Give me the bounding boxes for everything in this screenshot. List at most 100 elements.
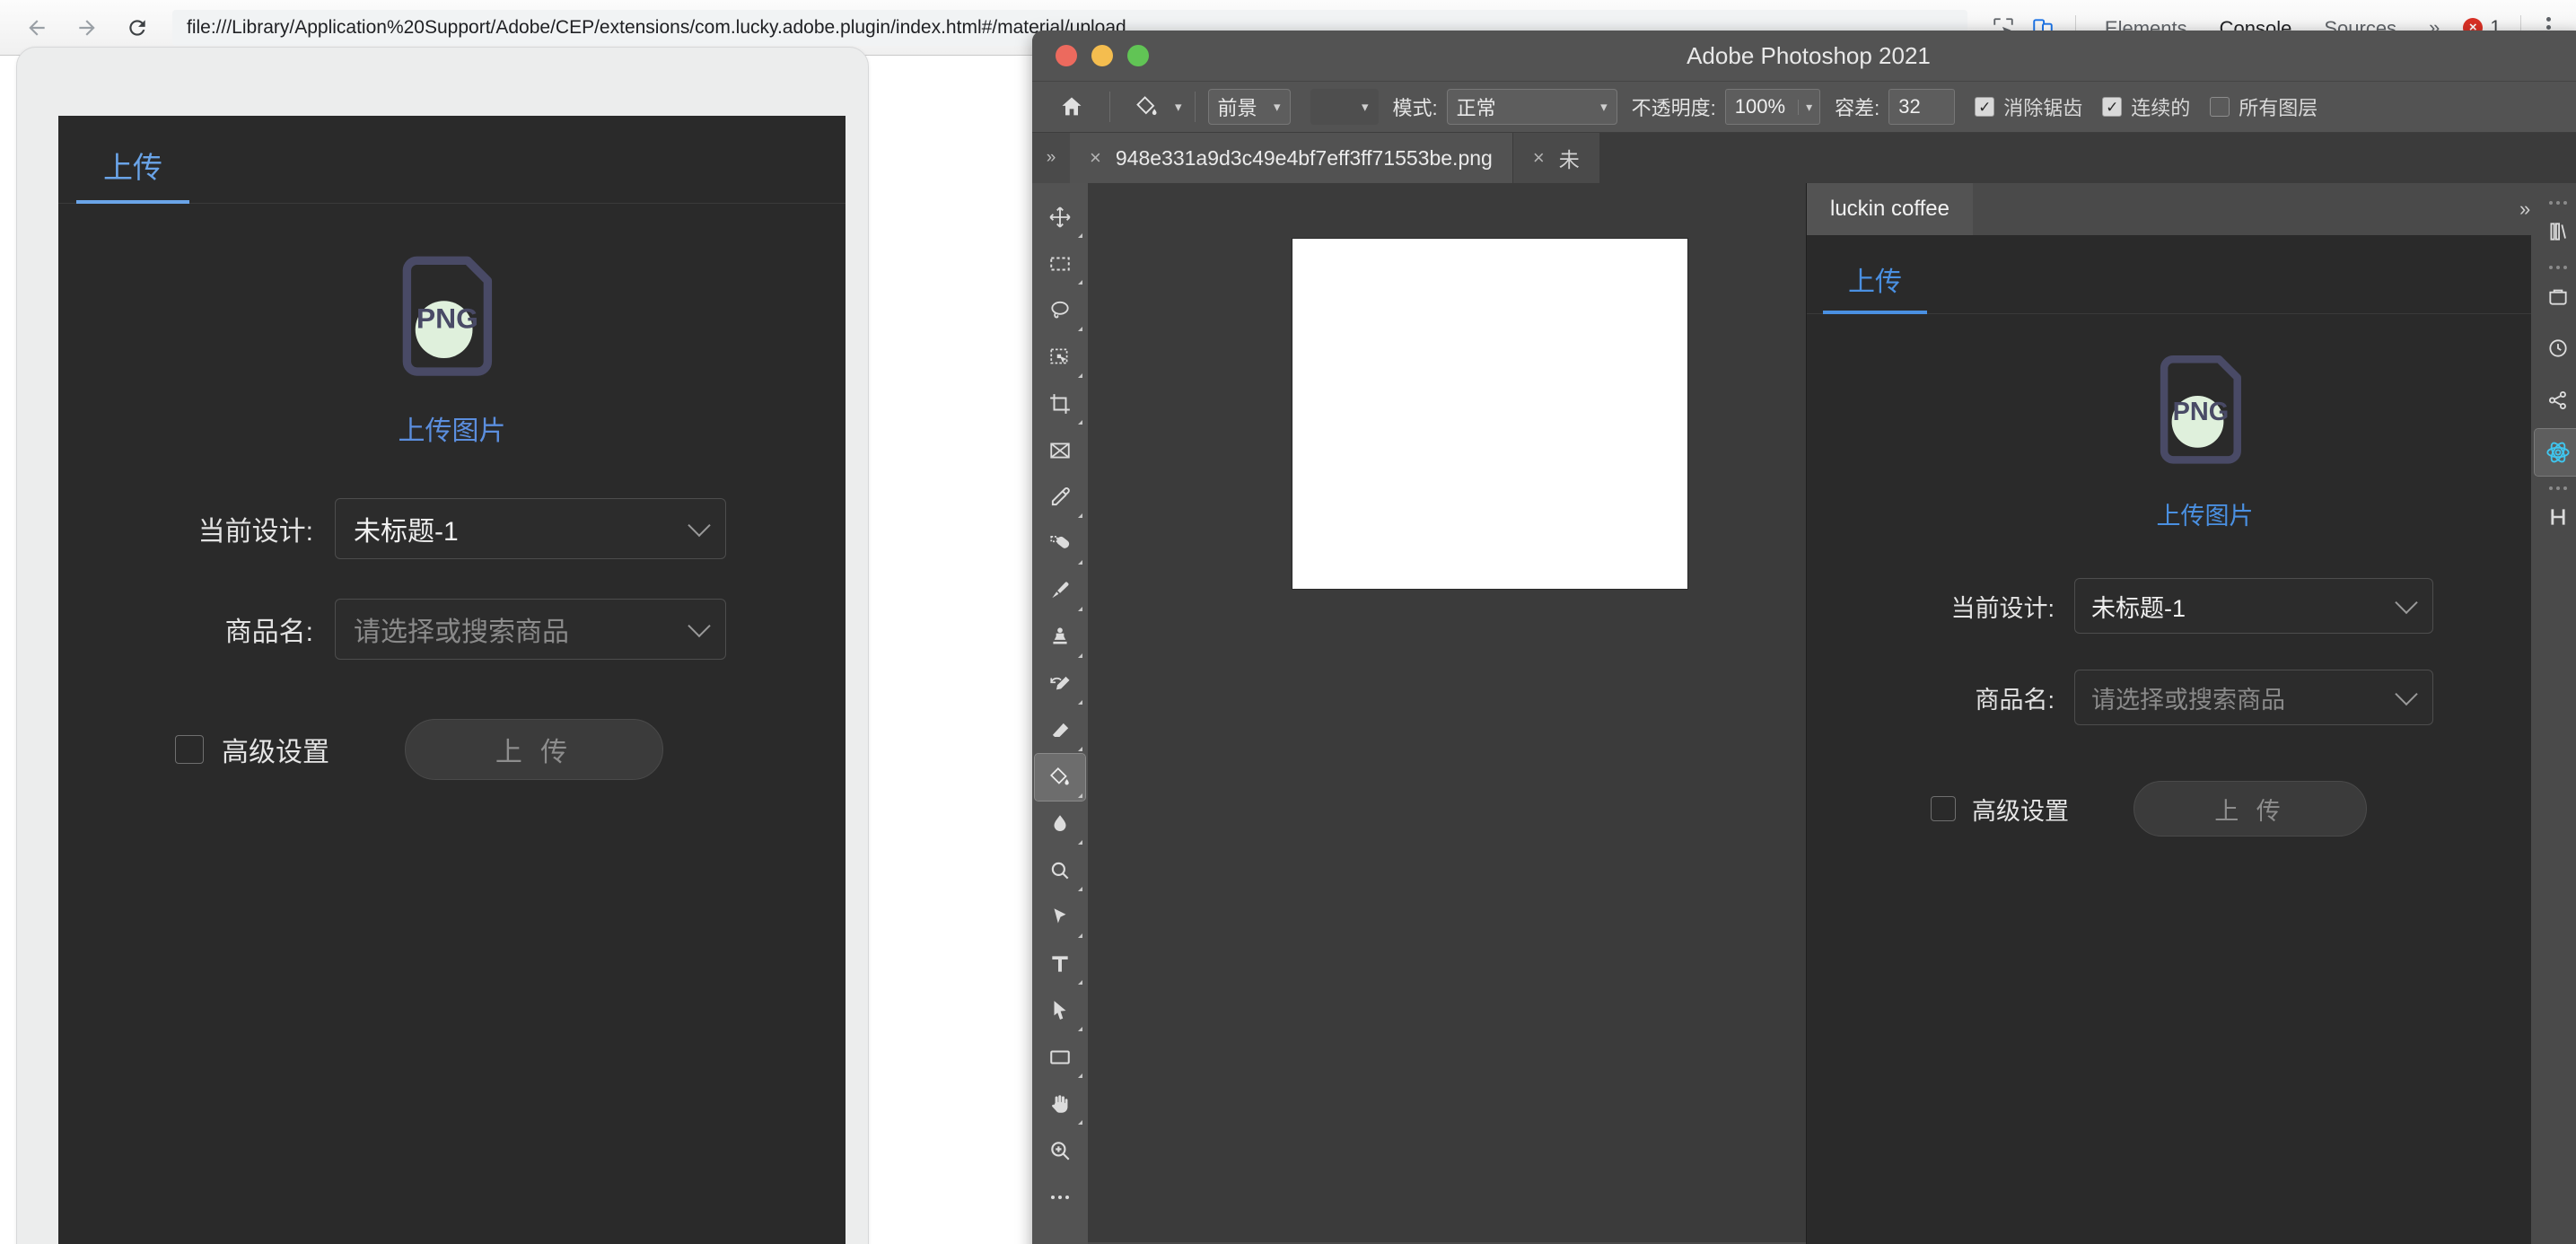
lasso-tool[interactable] (1035, 287, 1085, 334)
eraser-tool[interactable] (1035, 707, 1085, 754)
preview-select-product-name[interactable]: 请选择或搜索商品 (335, 599, 726, 660)
all-layers-label: 所有图层 (2239, 97, 2318, 119)
adjustments-icon[interactable] (2535, 273, 2576, 320)
rectangular-marquee-tool[interactable] (1035, 241, 1085, 287)
antialias-checkbox[interactable]: ✓ (1975, 97, 1995, 117)
dock-expand-icon[interactable]: » (1032, 133, 1070, 183)
chevron-down-icon: ▾ (1600, 100, 1608, 115)
share-icon[interactable] (2535, 377, 2576, 424)
plugin-field-product-name: 商品名: 请选择或搜索商品 (1807, 670, 2576, 725)
plugin-advanced-checkbox[interactable] (1931, 796, 1956, 821)
preview-upload-zone[interactable]: PNG 上传图片 (58, 213, 846, 448)
preview-field-product-name: 商品名: 请选择或搜索商品 (58, 599, 846, 660)
photoshop-window: Adobe Photoshop 2021 ▾ 前景 ▾ ▾ 模式: 正常 ▾ 不… (1032, 31, 2576, 1244)
opacity-field[interactable]: 100% ▾ (1724, 89, 1821, 125)
plugin-select-product-name-value: 请选择或搜索商品 (2091, 686, 2285, 714)
photoshop-icon-rail (2531, 183, 2576, 1244)
plugin-select-product-name[interactable]: 请选择或搜索商品 (2074, 670, 2433, 725)
more-tools[interactable] (1035, 1174, 1085, 1221)
clone-stamp-tool[interactable] (1035, 614, 1085, 661)
plugin-panel-header: luckin coffee » ☰ (1807, 183, 2576, 235)
tool-flyout-indicator (1078, 420, 1082, 425)
rail-grip[interactable] (2547, 486, 2569, 492)
plugin-panel-tab[interactable]: luckin coffee (1807, 183, 1973, 235)
doc-tab-1-label: 未 (1558, 148, 1580, 171)
brush-tool[interactable] (1035, 567, 1085, 614)
option-all-layers[interactable]: ✓ 所有图层 (2210, 92, 2318, 121)
document-artboard[interactable] (1292, 239, 1687, 589)
tool-flyout-indicator (1078, 233, 1082, 238)
preview-advanced-checkbox[interactable] (175, 735, 204, 764)
png-file-icon: PNG (2153, 350, 2257, 477)
tolerance-field[interactable]: 32 (1888, 89, 1956, 125)
plugin-upload-link[interactable]: 上传图片 (2157, 496, 2254, 531)
tool-flyout-indicator (1078, 560, 1082, 565)
window-controls (1032, 45, 1149, 66)
zoom-button[interactable] (1127, 45, 1149, 66)
back-arrow-icon[interactable] (22, 13, 52, 43)
doc-tab-0[interactable]: × 948e331a9d3c49e4bf7eff3ff71553be.png (1070, 133, 1513, 183)
pen-tool[interactable] (1035, 894, 1085, 941)
all-layers-checkbox[interactable]: ✓ (2210, 97, 2230, 117)
type-tool[interactable] (1035, 941, 1085, 987)
zoom-tool[interactable] (1035, 1127, 1085, 1174)
close-button[interactable] (1056, 45, 1077, 66)
healing-brush-tool[interactable] (1035, 521, 1085, 567)
plugin-upload-zone[interactable]: PNG 上传图片 (1807, 314, 2576, 531)
blur-tool[interactable] (1035, 801, 1085, 847)
preview-submit-button[interactable]: 上 传 (405, 719, 663, 780)
libraries-icon[interactable] (2535, 208, 2576, 255)
hand-tool[interactable] (1035, 1081, 1085, 1127)
paint-bucket-tool[interactable] (1034, 753, 1086, 802)
crop-tool[interactable] (1035, 381, 1085, 427)
plugin-label-product-name: 商品名: (1975, 686, 2055, 714)
plugin-select-current-design[interactable]: 未标题-1 (2074, 578, 2433, 634)
blend-mode-dropdown[interactable]: 正常 ▾ (1446, 89, 1617, 125)
tool-preset-chevron-icon[interactable]: ▾ (1175, 99, 1182, 115)
mode-label: 模式: (1392, 97, 1438, 119)
history-brush-tool[interactable] (1035, 661, 1085, 707)
forward-arrow-icon[interactable] (72, 13, 102, 43)
contiguous-checkbox[interactable]: ✓ (2102, 97, 2123, 117)
history-icon[interactable] (2535, 325, 2576, 372)
plugin-label-current-design: 当前设计: (1950, 594, 2055, 622)
doc-tab-1[interactable]: × 未 (1512, 133, 1600, 183)
chevron-down-icon (688, 614, 711, 638)
chevron-down-icon: ▾ (1362, 100, 1369, 115)
frame-tool[interactable] (1035, 427, 1085, 474)
preview-tab-upload[interactable]: 上传 (76, 144, 189, 204)
preview-select-current-design-value: 未标题-1 (354, 517, 459, 547)
quick-selection-tool[interactable] (1035, 334, 1085, 381)
preview-label-product-name: 商品名: (224, 618, 313, 647)
path-selection-tool[interactable] (1035, 987, 1085, 1034)
dodge-tool[interactable] (1035, 847, 1085, 894)
plugin-tab-upload[interactable]: 上传 (1823, 259, 1927, 314)
home-icon[interactable] (1047, 87, 1097, 127)
plugins-icon[interactable] (2534, 428, 2576, 477)
close-icon[interactable]: × (1090, 146, 1101, 170)
option-contiguous[interactable]: ✓ 连续的 (2102, 92, 2190, 121)
rail-grip[interactable] (2547, 266, 2569, 271)
close-icon[interactable]: × (1533, 146, 1545, 170)
plugin-tabbar: 上传 (1807, 235, 2576, 314)
fill-source-dropdown[interactable]: 前景 ▾ (1207, 89, 1291, 125)
preview-select-current-design[interactable]: 未标题-1 (335, 498, 726, 559)
eyedropper-tool[interactable] (1035, 474, 1085, 521)
minimize-button[interactable] (1091, 45, 1113, 66)
pattern-dropdown[interactable]: ▾ (1310, 89, 1379, 125)
tool-flyout-indicator (1078, 513, 1082, 518)
preview-upload-link[interactable]: 上传图片 (399, 408, 506, 448)
typekit-icon[interactable] (2535, 494, 2576, 540)
paint-bucket-icon[interactable] (1123, 89, 1171, 125)
option-antialias[interactable]: ✓ 消除锯齿 (1975, 92, 2082, 121)
chevron-down-icon (688, 513, 711, 538)
plugin-select-current-design-value: 未标题-1 (2091, 594, 2186, 622)
tool-flyout-indicator (1078, 607, 1082, 611)
photoshop-options-bar: ▾ 前景 ▾ ▾ 模式: 正常 ▾ 不透明度: 100% ▾ 容差: 32 ✓ … (1032, 81, 2576, 133)
chevron-down-icon[interactable]: ▾ (1798, 99, 1819, 115)
move-tool[interactable] (1035, 194, 1085, 241)
plugin-submit-button[interactable]: 上 传 (2134, 781, 2367, 837)
rail-grip[interactable] (2547, 201, 2569, 206)
reload-icon[interactable] (122, 13, 153, 43)
rectangle-tool[interactable] (1035, 1034, 1085, 1081)
